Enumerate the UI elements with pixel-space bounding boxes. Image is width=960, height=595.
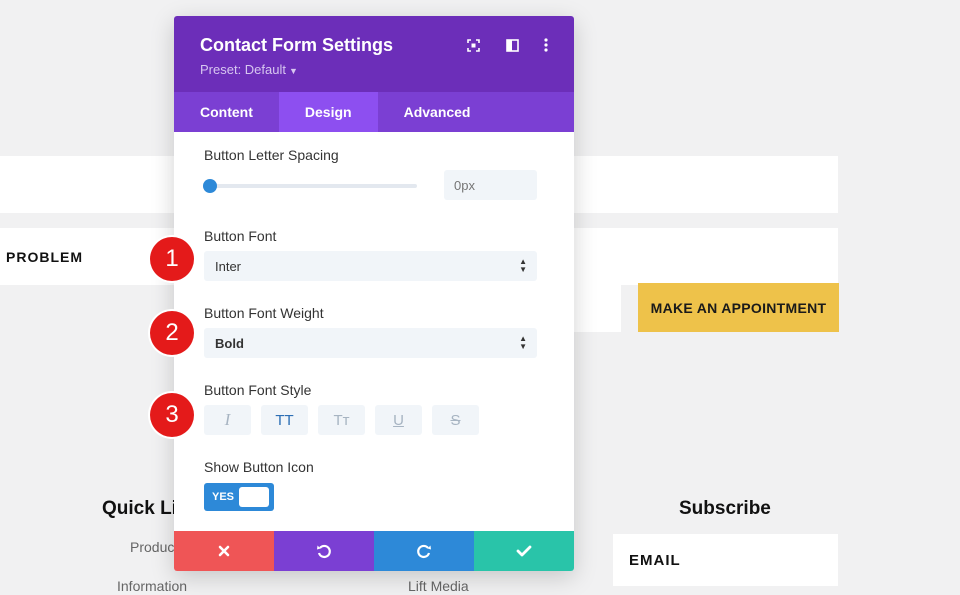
callout-badge-3: 3 bbox=[150, 393, 194, 437]
button-font-select[interactable]: Inter ▲▼ bbox=[204, 251, 537, 281]
background-input-field-middle bbox=[574, 228, 838, 285]
capitalize-icon: Tт bbox=[333, 412, 349, 429]
link-products[interactable]: Produc bbox=[130, 539, 174, 555]
preset-label: Preset: Default bbox=[200, 62, 286, 77]
contact-form-settings-modal: Contact Form Settings Preset: Default▼ C… bbox=[174, 16, 574, 571]
split-view-icon[interactable] bbox=[503, 36, 521, 54]
background-input-field-lower bbox=[574, 285, 621, 332]
redo-icon bbox=[416, 543, 432, 559]
underline-button[interactable]: U bbox=[375, 405, 422, 435]
subscribe-heading: Subscribe bbox=[679, 498, 771, 520]
problem-label: PROBLEM bbox=[6, 249, 83, 265]
uppercase-button[interactable]: TT bbox=[261, 405, 308, 435]
letter-spacing-slider-handle[interactable] bbox=[203, 179, 217, 193]
uppercase-icon: TT bbox=[275, 412, 293, 429]
settings-tabs: Content Design Advanced bbox=[174, 92, 574, 132]
underline-icon: U bbox=[393, 412, 404, 429]
save-check-icon bbox=[516, 545, 532, 557]
strikethrough-button[interactable]: S bbox=[432, 405, 479, 435]
callout-badge-2: 2 bbox=[150, 311, 194, 355]
email-field[interactable]: EMAIL bbox=[613, 534, 838, 586]
toggle-yes-label: YES bbox=[212, 491, 234, 503]
show-button-icon-label: Show Button Icon bbox=[204, 459, 314, 475]
italic-icon: I bbox=[225, 410, 231, 430]
tab-advanced[interactable]: Advanced bbox=[378, 92, 497, 132]
button-font-label: Button Font bbox=[204, 228, 276, 244]
modal-title: Contact Form Settings bbox=[200, 35, 393, 56]
show-button-icon-toggle[interactable]: YES bbox=[204, 483, 274, 511]
link-information[interactable]: Information bbox=[117, 578, 187, 594]
button-font-weight-select[interactable]: Bold ▲▼ bbox=[204, 328, 537, 358]
select-arrows-icon: ▲▼ bbox=[519, 258, 527, 274]
capitalize-button[interactable]: Tт bbox=[318, 405, 365, 435]
redo-button[interactable] bbox=[374, 531, 474, 571]
modal-footer bbox=[174, 531, 574, 571]
cancel-icon bbox=[218, 545, 230, 557]
italic-button[interactable]: I bbox=[204, 405, 251, 435]
tab-content[interactable]: Content bbox=[174, 92, 279, 132]
letter-spacing-input[interactable] bbox=[444, 170, 537, 200]
tab-design[interactable]: Design bbox=[279, 92, 378, 132]
undo-button[interactable] bbox=[274, 531, 374, 571]
button-font-weight-value: Bold bbox=[215, 336, 244, 351]
expand-icon[interactable] bbox=[464, 36, 482, 54]
letter-spacing-slider-track[interactable] bbox=[208, 184, 417, 188]
email-label: EMAIL bbox=[629, 552, 681, 569]
letter-spacing-label: Button Letter Spacing bbox=[204, 147, 339, 163]
preset-selector[interactable]: Preset: Default▼ bbox=[200, 62, 298, 77]
make-appointment-button[interactable]: MAKE AN APPOINTMENT bbox=[638, 283, 839, 332]
cancel-button[interactable] bbox=[174, 531, 274, 571]
save-button[interactable] bbox=[474, 531, 574, 571]
button-font-weight-label: Button Font Weight bbox=[204, 305, 324, 321]
callout-badge-1: 1 bbox=[150, 237, 194, 281]
toggle-knob bbox=[239, 487, 269, 507]
more-vertical-icon[interactable] bbox=[537, 36, 555, 54]
button-font-value: Inter bbox=[215, 259, 241, 274]
undo-icon bbox=[316, 543, 332, 559]
button-font-style-label: Button Font Style bbox=[204, 382, 311, 398]
strikethrough-icon: S bbox=[450, 412, 460, 429]
select-arrows-icon: ▲▼ bbox=[519, 335, 527, 351]
link-lift-media[interactable]: Lift Media bbox=[408, 578, 469, 594]
modal-header: Contact Form Settings Preset: Default▼ bbox=[174, 16, 574, 92]
quick-links-heading: Quick Li bbox=[102, 498, 177, 520]
caret-down-icon: ▼ bbox=[289, 66, 298, 76]
